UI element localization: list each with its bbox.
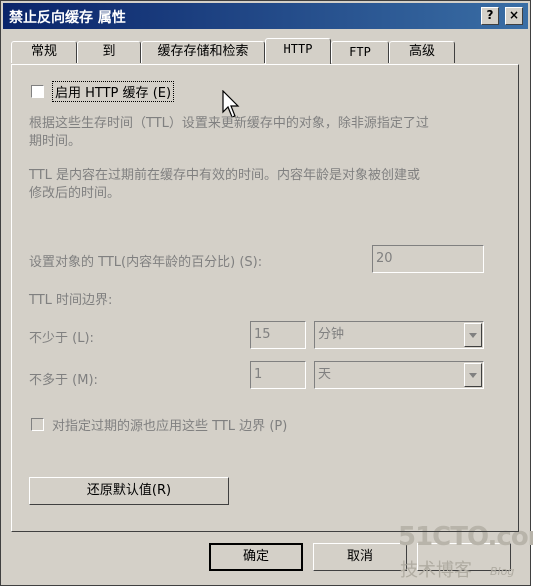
enable-http-cache-checkbox[interactable] [31,85,44,98]
max-ttl-input[interactable]: 1 [250,361,306,389]
tab-bar: 常规 到 缓存存储和检索 HTTP FTP 高级 [11,38,519,65]
min-ttl-label: 不少于 (L): [29,331,94,346]
close-button[interactable]: × [505,7,523,25]
content-age-description: TTL 是内容在过期前在缓存中有效的时间。内容年龄是对象被创建或 修改后的时间。 [29,168,421,201]
tab-http[interactable]: HTTP [265,38,331,64]
min-ttl-unit-select[interactable]: 分钟 [314,321,484,349]
apply-bounds-label[interactable]: 对指定过期的源也应用这些 TTL 边界 (P) [52,415,287,434]
properties-dialog: 禁止反向缓存 属性 ? × 常规 到 缓存存储和检索 HTTP FTP 高级 启… [0,0,531,586]
http-tab-panel: 启用 HTTP 缓存 (E) 根据这些生存时间（TTL）设置来更新缓存中的对象，… [11,64,519,532]
ok-button[interactable]: 确定 [209,543,303,571]
apply-bounds-checkbox[interactable] [31,418,44,431]
chevron-down-icon[interactable] [464,363,482,387]
cancel-button[interactable]: 取消 [313,543,407,571]
max-ttl-unit-select[interactable]: 天 [314,361,484,389]
watermark-text: 技术博客 [400,560,472,581]
ttl-percent-input[interactable]: 20 [372,245,484,273]
tab-ftp[interactable]: FTP [331,41,389,63]
ttl-percent-label: 设置对象的 TTL(内容年龄的百分比) (S): [29,255,263,270]
enable-http-cache-label[interactable]: 启用 HTTP 缓存 (E) [52,81,175,102]
title-bar[interactable]: 禁止反向缓存 属性 ? × [3,3,528,29]
max-ttl-label: 不多于 (M): [29,373,98,388]
restore-defaults-button[interactable]: 还原默认值(R) [29,477,229,505]
ttl-bounds-label: TTL 时间边界: [29,293,113,308]
watermark-blog: Blog [490,565,515,578]
chevron-down-icon[interactable] [464,323,482,347]
tab-advanced[interactable]: 高级 [389,41,455,63]
ttl-description: 根据这些生存时间（TTL）设置来更新缓存中的对象，除非源指定了过 期时间。 [29,116,429,149]
min-ttl-input[interactable]: 15 [250,321,306,349]
tab-cache-storage[interactable]: 缓存存储和检索 [141,41,265,63]
tab-to[interactable]: 到 [77,41,141,63]
help-button[interactable]: ? [481,7,499,25]
tab-general[interactable]: 常规 [11,41,77,63]
window-title: 禁止反向缓存 属性 [9,10,126,26]
